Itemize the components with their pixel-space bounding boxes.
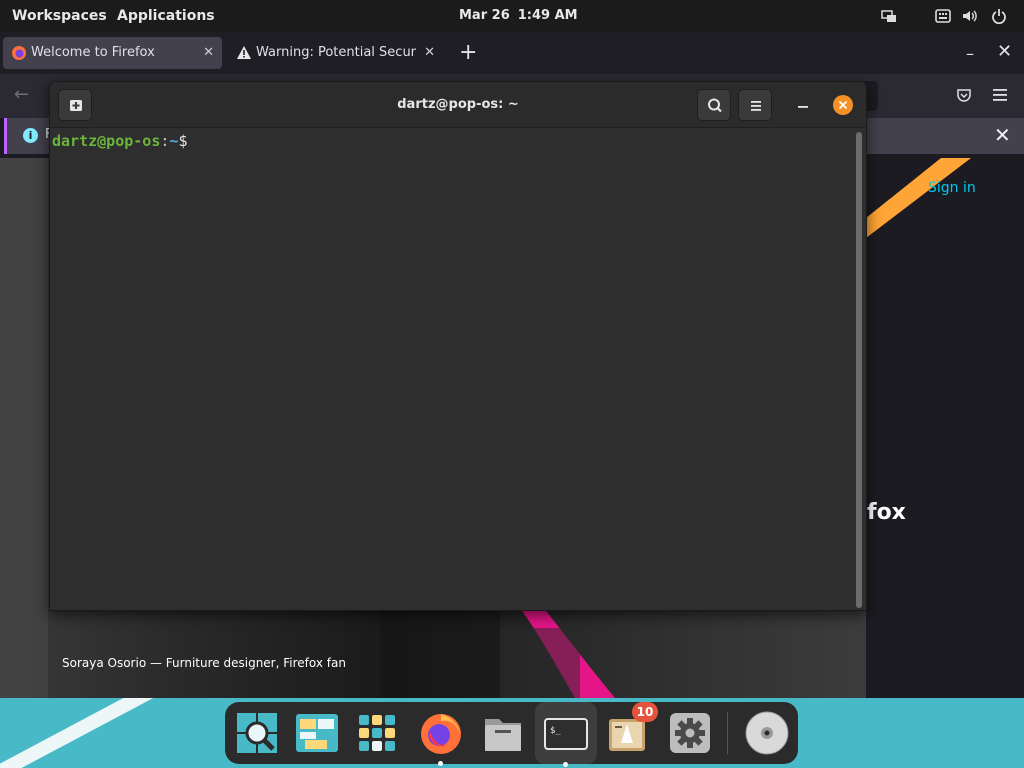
applications-button[interactable]: Applications — [117, 0, 215, 32]
gear-icon — [670, 713, 710, 753]
sign-in-link[interactable]: Sign in — [928, 180, 976, 196]
workspaces-button[interactable]: Workspaces — [12, 0, 107, 32]
volume-icon[interactable] — [962, 8, 978, 24]
prompt-user-host: dartz@pop-os — [52, 132, 161, 150]
workspaces-app-icon[interactable] — [293, 709, 341, 757]
search-button[interactable] — [697, 89, 731, 121]
app-grid-icon[interactable] — [353, 709, 401, 757]
terminal-scrollbar[interactable] — [856, 132, 862, 608]
search-icon — [708, 98, 722, 113]
app-grid-icon-glyph — [359, 715, 395, 751]
settings-app-icon[interactable] — [666, 709, 714, 757]
desktop-background: $_ 10 — [0, 698, 1024, 768]
power-icon[interactable] — [991, 8, 1007, 24]
firefox-tab-bar: Welcome to Firefox ✕ Warning: Potential … — [0, 32, 1024, 74]
back-arrow-icon[interactable]: ← — [14, 84, 29, 105]
dock-separator — [727, 712, 728, 754]
new-tab-button[interactable] — [58, 89, 92, 121]
minimize-icon[interactable] — [796, 94, 810, 114]
keyboard-icon[interactable] — [935, 8, 951, 24]
firefox-icon — [421, 714, 461, 754]
tab-label: Warning: Potential Security — [256, 45, 416, 60]
dock: $_ — [225, 702, 798, 767]
prompt-symbol: $ — [178, 132, 188, 150]
disc-icon — [745, 711, 789, 755]
wallpaper-stripe — [0, 698, 190, 768]
firefox-app-icon[interactable] — [417, 709, 465, 766]
running-indicator — [563, 762, 568, 767]
shell-prompt: dartz@pop-os:~$ — [52, 131, 187, 151]
terminal-header-bar[interactable]: dartz@pop-os: ~ — [50, 82, 866, 128]
hamburger-menu-icon — [751, 101, 761, 111]
clock-date: Mar 26 — [459, 8, 510, 23]
terminal-output-area[interactable]: dartz@pop-os:~$ — [50, 128, 866, 610]
magnifier-icon — [237, 713, 277, 753]
firefox-gradient-shape — [866, 158, 971, 238]
workspaces-icon — [296, 714, 338, 752]
minimize-icon[interactable]: – — [966, 44, 974, 63]
tab-label: Welcome to Firefox — [31, 45, 155, 60]
info-icon: i — [23, 128, 38, 143]
menu-button[interactable] — [738, 89, 772, 121]
tab-welcome-to-firefox[interactable]: Welcome to Firefox ✕ — [3, 37, 222, 69]
tab-warning-security[interactable]: Warning: Potential Security ✕ — [228, 37, 443, 69]
running-indicator — [438, 761, 443, 766]
terminal-window: dartz@pop-os: ~ dartz@pop-os:~$ — [49, 81, 867, 611]
close-button[interactable] — [833, 95, 853, 115]
terminal-icon: $_ — [544, 718, 588, 750]
display-icon[interactable] — [881, 8, 897, 24]
hamburger-menu-icon[interactable] — [992, 88, 1008, 102]
clock-time: 1:49 AM — [517, 8, 578, 23]
top-panel: Workspaces Applications Mar 26 1:49 AM — [0, 0, 1024, 32]
new-tab-icon — [70, 100, 82, 111]
files-app-icon[interactable] — [479, 709, 527, 757]
close-icon[interactable]: ✕ — [997, 41, 1012, 62]
page-heading: fox — [867, 500, 906, 525]
warning-icon — [237, 46, 251, 59]
search-app-icon[interactable] — [233, 709, 281, 757]
close-notification-icon[interactable]: ✕ — [994, 123, 1011, 147]
clock[interactable]: Mar 26 1:49 AM — [459, 0, 586, 32]
pocket-icon[interactable] — [956, 87, 972, 103]
close-tab-icon[interactable]: ✕ — [424, 37, 435, 69]
terminal-app-icon[interactable]: $_ — [535, 702, 597, 767]
new-tab-icon[interactable]: + — [459, 42, 477, 64]
folder-icon — [485, 719, 521, 751]
firefox-icon — [12, 46, 26, 60]
notification-badge: 10 — [632, 702, 658, 722]
svg-text:$_: $_ — [550, 726, 561, 736]
disc-app-icon[interactable] — [743, 709, 791, 757]
photo-caption: Soraya Osorio — Furniture designer, Fire… — [62, 656, 346, 670]
close-tab-icon[interactable]: ✕ — [203, 37, 214, 69]
close-icon — [838, 100, 848, 110]
